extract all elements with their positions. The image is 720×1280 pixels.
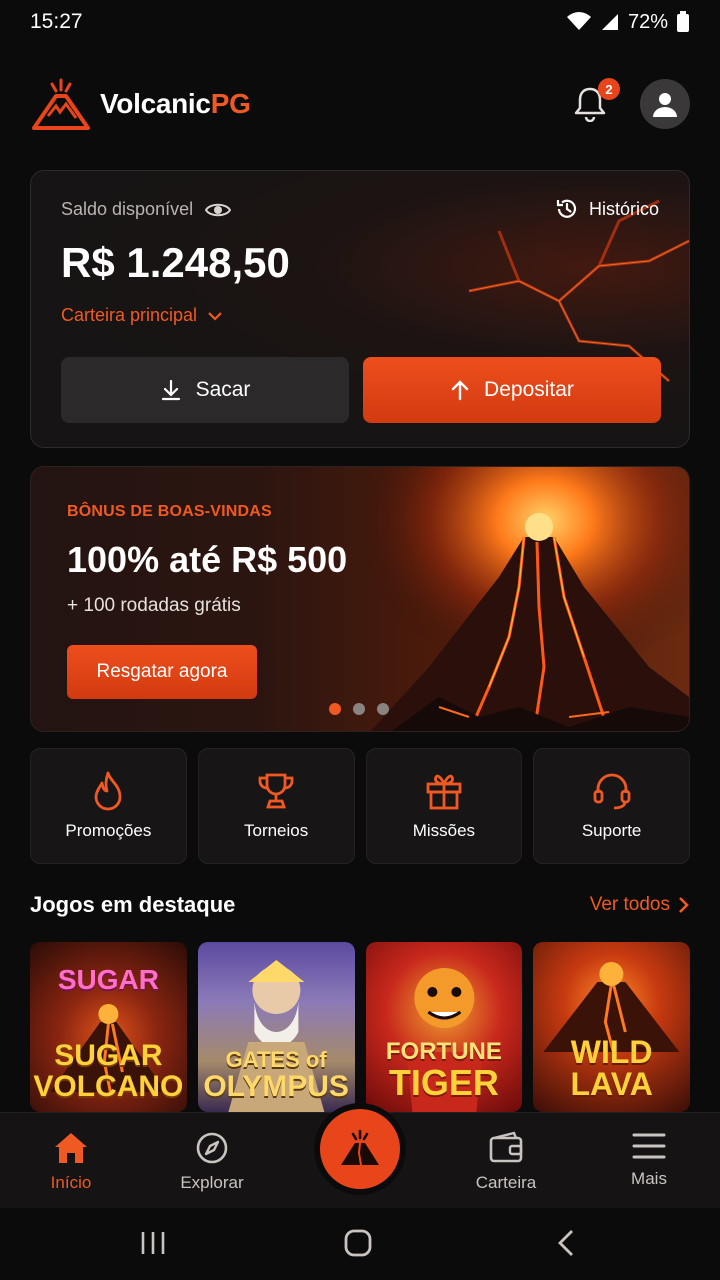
brand-main: Volcanic	[100, 88, 211, 119]
quick-action-missions[interactable]: Missões	[365, 748, 523, 864]
game-title-line1: FORTUNE	[385, 1038, 502, 1066]
compass-icon	[196, 1132, 228, 1164]
game-title-line2: TIGER	[388, 1062, 499, 1104]
profile-avatar-button[interactable]	[640, 79, 690, 129]
nav-item-more[interactable]: Mais	[589, 1131, 709, 1189]
notifications-button[interactable]: 2	[570, 78, 620, 124]
quick-action-label: Missões	[412, 821, 476, 840]
quick-actions: Promoções Torneios Missões Suporte	[30, 748, 690, 864]
eye-icon[interactable]	[205, 201, 232, 219]
bottom-navigation: Início Explorar Carteira Mais	[0, 1109, 720, 1208]
see-all-link[interactable]: Ver todos	[590, 894, 690, 916]
volcano-logo-icon	[32, 78, 90, 130]
wifi-icon	[566, 12, 591, 30]
notification-badge: 2	[598, 78, 620, 100]
game-title-line2: OLYMPUS	[203, 1069, 349, 1103]
quick-action-label: Suporte	[581, 821, 642, 840]
nav-label-more: Mais	[631, 1169, 667, 1188]
battery-icon	[677, 11, 689, 32]
quick-action-tournaments[interactable]: Torneios	[197, 748, 355, 864]
quick-action-label: Promoções	[65, 821, 152, 840]
carousel-dot-1[interactable]	[329, 703, 341, 715]
history-link[interactable]: Histórico	[555, 197, 659, 221]
balance-amount: R$ 1.248,50	[61, 239, 290, 286]
status-icons: 72%	[566, 11, 690, 34]
nav-label-explore: Explorar	[180, 1173, 244, 1192]
game-card-gates-of-olympus[interactable]: GATES of OLYMPUS	[197, 942, 355, 1112]
brand-accent: PG	[210, 88, 251, 119]
game-title-line1: WILD	[570, 1034, 653, 1071]
withdraw-button[interactable]: Sacar	[61, 357, 349, 423]
wallet-selector-label: Carteira principal	[61, 305, 198, 325]
recent-apps-icon[interactable]	[138, 1228, 168, 1258]
trophy-icon	[258, 773, 294, 809]
history-icon	[556, 199, 577, 218]
featured-games-row: SUGAR SUGAR VOLCANO GATES of OLYMPUS FOR…	[30, 942, 690, 1112]
carousel-dot-3[interactable]	[377, 703, 389, 715]
game-title-line2: LAVA	[570, 1066, 653, 1103]
game-title-top: SUGAR	[57, 964, 159, 995]
chevron-right-icon	[679, 897, 689, 913]
quick-action-label: Torneios	[243, 821, 309, 840]
see-all-label: Ver todos	[589, 894, 670, 915]
gift-icon	[426, 774, 462, 810]
signal-icon	[601, 14, 618, 30]
home-icon	[55, 1133, 87, 1163]
game-title-line1: SUGAR	[54, 1038, 163, 1072]
brand-name: VolcanicPG	[100, 88, 251, 120]
nav-label-home: Início	[50, 1173, 92, 1192]
carousel-dot-2[interactable]	[353, 703, 365, 715]
quick-action-promotions[interactable]: Promoções	[30, 748, 187, 864]
app-header: VolcanicPG 2	[30, 74, 690, 134]
flame-icon	[94, 771, 122, 811]
status-time: 15:27	[30, 10, 83, 33]
battery-percent: 72%	[627, 10, 668, 33]
arrow-up-icon	[451, 380, 469, 401]
game-card-fortune-tiger[interactable]: FORTUNE TIGER	[365, 942, 523, 1112]
user-icon	[653, 93, 677, 117]
game-title-line2: VOLCANO	[33, 1069, 184, 1103]
balance-card: Saldo disponível Histórico R$ 1.248,50 C…	[30, 170, 690, 448]
promo-banner[interactable]: BÔNUS DE BOAS-VINDAS 100% até R$ 500 + 1…	[30, 466, 690, 732]
history-label: Histórico	[588, 198, 659, 219]
game-title-line1: GATES of	[225, 1046, 327, 1072]
promo-subtitle: + 100 rodadas grátis	[67, 595, 241, 616]
status-bar: 15:27 72%	[0, 0, 720, 44]
promo-tag: BÔNUS DE BOAS-VINDAS	[67, 503, 272, 520]
carousel-indicators	[329, 703, 389, 715]
headset-icon	[593, 773, 631, 810]
download-icon	[161, 379, 180, 401]
featured-header: Jogos em destaque Ver todos	[30, 892, 690, 918]
nav-label-wallet: Carteira	[475, 1173, 537, 1192]
game-card-sugar-volcano[interactable]: SUGAR SUGAR VOLCANO	[30, 942, 187, 1112]
quick-action-support[interactable]: Suporte	[533, 748, 690, 864]
withdraw-label: Sacar	[195, 378, 251, 401]
center-volcano-button[interactable]	[320, 1109, 400, 1189]
chevron-down-icon	[208, 311, 222, 321]
featured-title: Jogos em destaque	[30, 892, 236, 917]
menu-icon	[632, 1133, 666, 1159]
balance-label: Saldo disponível	[61, 199, 232, 220]
balance-label-text: Saldo disponível	[61, 199, 194, 219]
wallet-icon	[489, 1131, 523, 1163]
nav-item-home[interactable]: Início	[11, 1131, 131, 1193]
volcano-icon	[341, 1129, 379, 1166]
nav-item-explore[interactable]: Explorar	[152, 1131, 272, 1193]
wallet-selector[interactable]: Carteira principal	[61, 305, 223, 326]
back-icon[interactable]	[552, 1228, 582, 1258]
home-system-icon[interactable]	[343, 1228, 373, 1258]
game-card-wild-lava[interactable]: WILD LAVA	[533, 942, 690, 1112]
promo-title: 100% até R$ 500	[67, 539, 348, 580]
deposit-label: Depositar	[484, 378, 574, 401]
volcano-illustration	[369, 467, 689, 731]
claim-bonus-button[interactable]: Resgatar agora	[67, 645, 257, 699]
deposit-button[interactable]: Depositar	[363, 357, 661, 423]
system-navigation-bar	[0, 1208, 720, 1280]
nav-item-wallet[interactable]: Carteira	[446, 1131, 566, 1193]
